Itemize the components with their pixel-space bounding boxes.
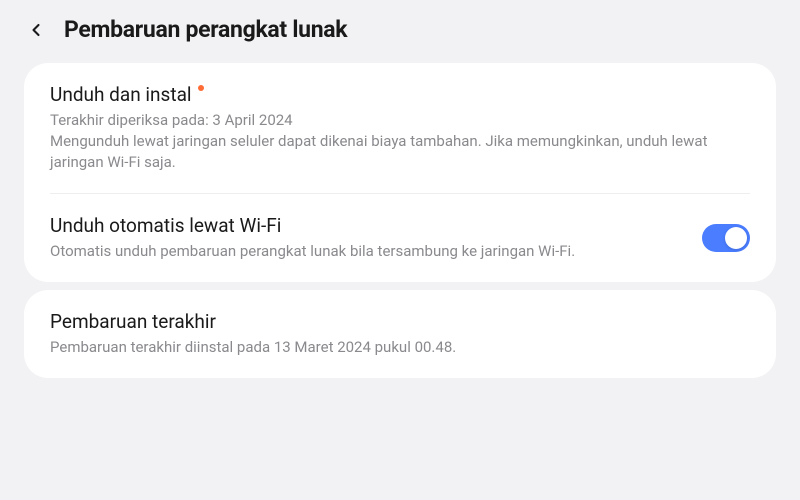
auto-download-toggle[interactable]: [702, 224, 750, 252]
update-indicator-dot: [198, 85, 204, 91]
back-icon[interactable]: [24, 18, 48, 42]
last-update-title: Pembaruan terakhir: [50, 310, 216, 333]
last-update-description: Pembaruan terakhir diinstal pada 13 Mare…: [50, 337, 750, 358]
last-update-card: Pembaruan terakhir Pembaruan terakhir di…: [24, 290, 776, 378]
page-title: Pembaruan perangkat lunak: [64, 16, 347, 43]
auto-download-title: Unduh otomatis lewat Wi-Fi: [50, 214, 281, 237]
toggle-knob: [725, 227, 747, 249]
auto-download-description: Otomatis unduh pembaruan perangkat lunak…: [50, 241, 686, 262]
download-install-item[interactable]: Unduh dan instal Terakhir diperiksa pada…: [24, 63, 776, 193]
header: Pembaruan perangkat lunak: [0, 0, 800, 55]
download-warning-text: Mengunduh lewat jaringan seluler dapat d…: [50, 131, 750, 173]
last-checked-text: Terakhir diperiksa pada: 3 April 2024: [50, 110, 750, 131]
last-update-item[interactable]: Pembaruan terakhir Pembaruan terakhir di…: [24, 290, 776, 378]
auto-download-item[interactable]: Unduh otomatis lewat Wi-Fi Otomatis undu…: [24, 194, 776, 282]
download-install-title: Unduh dan instal: [50, 83, 192, 106]
updates-card: Unduh dan instal Terakhir diperiksa pada…: [24, 63, 776, 282]
